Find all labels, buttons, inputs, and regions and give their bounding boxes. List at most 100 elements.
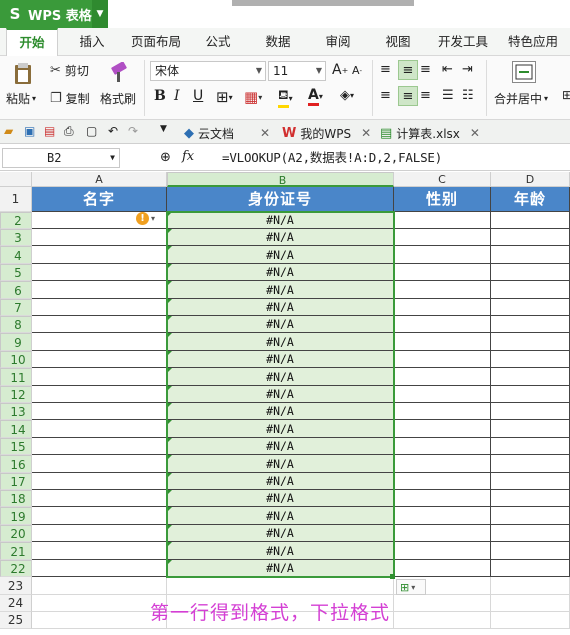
font-size-select[interactable]: 11 ▼: [268, 61, 326, 81]
table-cell[interactable]: [32, 368, 167, 386]
chevron-down-icon[interactable]: ▼: [92, 0, 108, 28]
table-cell[interactable]: [394, 351, 491, 368]
more-icon[interactable]: ⊞: [562, 88, 570, 102]
table-cell[interactable]: [491, 368, 570, 386]
chevron-down-icon[interactable]: ▼: [160, 124, 167, 134]
table-cell[interactable]: [394, 525, 491, 542]
table-cell[interactable]: [491, 229, 570, 246]
table-cell[interactable]: [32, 490, 167, 507]
row-header[interactable]: 17: [0, 473, 32, 490]
table-cell[interactable]: [491, 386, 570, 403]
table-cell[interactable]: [394, 281, 491, 299]
table-cell[interactable]: #N/A: [167, 368, 394, 386]
table-cell[interactable]: [491, 246, 570, 264]
undo-icon[interactable]: ↶: [108, 124, 118, 138]
row-header[interactable]: 1: [0, 187, 32, 212]
table-header-cell[interactable]: 名字: [32, 187, 167, 212]
empty-cell[interactable]: [32, 577, 167, 595]
row-header[interactable]: 18: [0, 490, 32, 507]
table-cell[interactable]: [491, 281, 570, 299]
format-painter-button[interactable]: 格式刷: [100, 90, 136, 107]
table-cell[interactable]: [394, 368, 491, 386]
table-cell[interactable]: #N/A: [167, 455, 394, 473]
formula-input[interactable]: =VLOOKUP(A2,数据表!A:D,2,FALSE): [222, 148, 442, 168]
select-all-corner[interactable]: [0, 172, 32, 187]
row-header[interactable]: 20: [0, 525, 32, 542]
doc-tab-mywps[interactable]: W 我的WPS ✕: [282, 123, 371, 143]
underline-button[interactable]: U: [193, 88, 203, 104]
open-folder-icon[interactable]: ▰: [4, 124, 13, 138]
tab-review[interactable]: 审阅: [318, 28, 358, 56]
table-cell[interactable]: #N/A: [167, 333, 394, 351]
table-cell[interactable]: #N/A: [167, 264, 394, 281]
table-cell[interactable]: [491, 455, 570, 473]
table-cell[interactable]: [32, 386, 167, 403]
app-menu-button[interactable]: S WPS 表格 ▼: [0, 0, 108, 28]
distributed-icon[interactable]: ☷: [462, 88, 474, 103]
row-header[interactable]: 19: [0, 507, 32, 525]
table-cell[interactable]: [491, 542, 570, 560]
italic-button[interactable]: I: [174, 88, 180, 104]
row-header[interactable]: 22: [0, 560, 32, 577]
table-cell[interactable]: [394, 420, 491, 438]
paste-button[interactable]: 粘贴 ▾: [6, 90, 36, 107]
redo-icon[interactable]: ↷: [128, 124, 138, 138]
table-cell[interactable]: [394, 316, 491, 333]
table-cell[interactable]: [491, 507, 570, 525]
table-header-cell[interactable]: 身份证号: [167, 187, 394, 212]
clear-format-icon[interactable]: ◈ ▾: [340, 88, 354, 103]
table-cell[interactable]: [491, 525, 570, 542]
table-cell[interactable]: [491, 473, 570, 490]
row-header[interactable]: 7: [0, 299, 32, 316]
align-center-icon[interactable]: ≡: [398, 86, 418, 106]
empty-cell[interactable]: [491, 612, 570, 629]
empty-cell[interactable]: [32, 612, 167, 629]
decrease-font-icon[interactable]: A-: [352, 64, 362, 77]
column-header-d[interactable]: D: [491, 172, 570, 187]
cell-style-icon[interactable]: ▦ ▾: [244, 88, 262, 106]
table-cell[interactable]: #N/A: [167, 351, 394, 368]
table-cell[interactable]: #N/A: [167, 542, 394, 560]
table-cell[interactable]: [394, 299, 491, 316]
merge-center-button[interactable]: 合并居中 ▾: [494, 90, 548, 107]
font-name-select[interactable]: 宋体 ▼: [150, 61, 266, 81]
row-header[interactable]: 5: [0, 264, 32, 281]
table-cell[interactable]: [32, 229, 167, 246]
empty-cell[interactable]: [491, 595, 570, 612]
spreadsheet-grid[interactable]: A B C D 1 名字 身份证号 性别 年龄 2 #N/A 3 #N/A 4 #N/A 5 #N/A 6…: [0, 172, 570, 635]
table-cell[interactable]: [32, 316, 167, 333]
row-header[interactable]: 8: [0, 316, 32, 333]
row-header[interactable]: 10: [0, 351, 32, 368]
empty-cell[interactable]: [394, 612, 491, 629]
table-cell[interactable]: [32, 438, 167, 455]
table-header-cell[interactable]: 年龄: [491, 187, 570, 212]
empty-cell[interactable]: [32, 595, 167, 612]
name-box[interactable]: B2 ▼: [2, 148, 120, 168]
table-cell[interactable]: [394, 490, 491, 507]
table-cell[interactable]: [394, 212, 491, 229]
table-cell[interactable]: [394, 333, 491, 351]
bold-button[interactable]: B: [154, 88, 166, 104]
align-left-icon[interactable]: ≡: [380, 88, 391, 103]
row-header[interactable]: 24: [0, 595, 32, 612]
tab-start[interactable]: 开始: [6, 28, 58, 56]
table-cell[interactable]: [32, 351, 167, 368]
save-icon[interactable]: ▣: [24, 124, 35, 138]
indent-decrease-icon[interactable]: ⇤: [442, 62, 453, 77]
row-header[interactable]: 16: [0, 455, 32, 473]
row-header[interactable]: 15: [0, 438, 32, 455]
table-header-cell[interactable]: 性别: [394, 187, 491, 212]
row-header[interactable]: 11: [0, 368, 32, 386]
fill-color-icon[interactable]: ⛾ ▾: [278, 88, 293, 108]
column-header-c[interactable]: C: [394, 172, 491, 187]
close-icon[interactable]: ✕: [470, 126, 480, 140]
table-cell[interactable]: [491, 490, 570, 507]
row-header[interactable]: 9: [0, 333, 32, 351]
table-cell[interactable]: [394, 560, 491, 577]
empty-cell[interactable]: [491, 577, 570, 595]
table-cell[interactable]: [394, 542, 491, 560]
table-cell[interactable]: [394, 473, 491, 490]
table-cell[interactable]: [491, 316, 570, 333]
table-cell[interactable]: [394, 229, 491, 246]
border-icon[interactable]: ⊞ ▾: [216, 88, 233, 106]
